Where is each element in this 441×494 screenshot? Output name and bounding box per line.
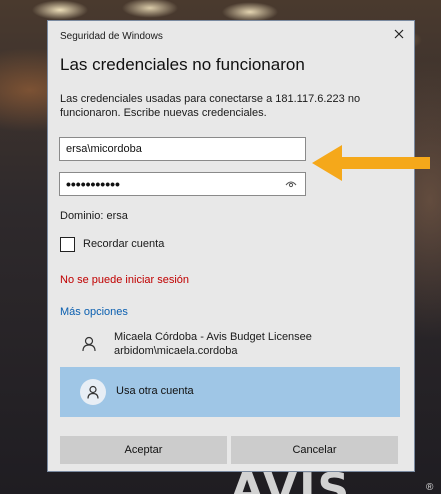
checkbox-box[interactable]	[60, 237, 75, 252]
account-login: arbidom\micaela.cordoba	[114, 345, 238, 357]
background-brand-mark: ®	[426, 482, 434, 493]
use-other-account-label: Usa otra cuenta	[116, 385, 194, 397]
eye-icon[interactable]	[285, 179, 297, 189]
accept-button[interactable]: Aceptar	[60, 436, 227, 464]
dialog-caption: Seguridad de Windows	[60, 31, 163, 42]
password-field[interactable]: •••••••••••	[59, 172, 306, 196]
password-mask: •••••••••••	[66, 176, 120, 192]
username-field[interactable]: ersa\micordoba	[59, 137, 306, 161]
close-icon[interactable]	[392, 27, 406, 41]
more-options-link[interactable]: Más opciones	[60, 306, 128, 318]
domain-text: Dominio: ersa	[60, 210, 128, 222]
username-value: ersa\micordoba	[66, 143, 142, 155]
cancel-button[interactable]: Cancelar	[231, 436, 398, 464]
title-bar: Seguridad de Windows	[48, 21, 414, 47]
account-name: Micaela Córdoba - Avis Budget Licensee	[114, 331, 312, 343]
arrow-icon	[312, 145, 430, 181]
error-message: No se puede iniciar sesión	[60, 274, 190, 286]
person-icon	[80, 379, 106, 405]
dialog-heading: Las credenciales no funcionaron	[60, 55, 305, 74]
dialog-description: Las credenciales usadas para conectarse …	[60, 93, 361, 119]
use-other-account-option[interactable]: Usa otra cuenta	[60, 367, 400, 417]
account-option-micaela[interactable]: Micaela Córdoba - Avis Budget Licensee a…	[60, 323, 400, 363]
credentials-dialog: Seguridad de Windows Las credenciales no…	[47, 20, 415, 472]
remember-account-label: Recordar cuenta	[83, 238, 165, 250]
person-icon	[80, 335, 98, 353]
